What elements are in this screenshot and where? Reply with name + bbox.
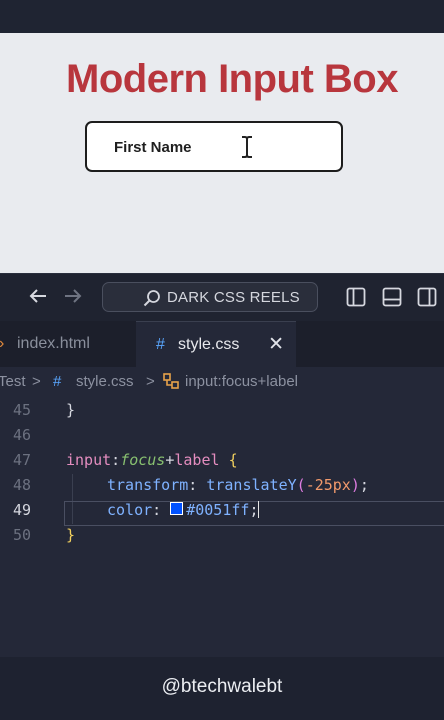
code-token: ) [350, 476, 360, 494]
code-token: : [111, 451, 121, 469]
css-hash-icon: # [53, 373, 62, 390]
search-icon [143, 289, 161, 311]
text-cursor-icon [240, 135, 254, 164]
line-number: 45 [12, 401, 31, 419]
command-center-search[interactable]: DARK CSS REELS [102, 282, 318, 312]
code-token: transform [107, 476, 189, 494]
toggle-panel-icon[interactable] [382, 287, 402, 312]
breadcrumb-item[interactable]: Test [0, 373, 26, 390]
search-text: DARK CSS REELS [167, 289, 300, 306]
code-line: 46 [0, 426, 444, 451]
tab-label: style.css [178, 336, 240, 353]
code-token: : [152, 501, 171, 519]
css-hash-icon: # [156, 336, 165, 353]
toggle-sidebar-icon[interactable] [346, 287, 366, 312]
chevron-right-icon: › [0, 335, 4, 353]
input-label: First Name [114, 139, 192, 156]
code-line: 48 transform: translateY(-25px); [0, 476, 444, 501]
code-token: } [66, 401, 76, 419]
line-number: 50 [12, 526, 31, 544]
breadcrumb-separator: > [146, 373, 155, 390]
breadcrumb-item[interactable]: style.css [76, 373, 134, 390]
code-token: ; [359, 476, 369, 494]
preview-title: Modern Input Box [66, 57, 398, 101]
code-token: color [107, 501, 153, 519]
preview-area: Modern Input Box First Name [0, 33, 444, 273]
watermark: @btechwalebt [161, 676, 283, 697]
first-name-input[interactable]: First Name [85, 121, 343, 172]
toggle-secondary-sidebar-icon[interactable] [417, 287, 437, 312]
code-token: ( [296, 476, 306, 494]
code-line: 45 } [0, 401, 444, 426]
code-token: #0051ff [186, 501, 250, 519]
code-token: label [174, 451, 220, 469]
code-token: } [66, 526, 76, 544]
code-text: } [66, 401, 75, 419]
tab-style-css[interactable]: # style.css ✕ [136, 321, 296, 368]
tab-index-html[interactable]: › index.html [0, 321, 136, 367]
code-text: transform: translateY(-25px); [107, 476, 369, 494]
forward-arrow-icon[interactable] [63, 286, 83, 312]
breadcrumb-item[interactable]: input:focus+label [185, 373, 298, 390]
tab-label: index.html [17, 335, 90, 352]
code-text: } [66, 526, 75, 544]
line-number: 49 [12, 501, 31, 519]
line-number: 48 [12, 476, 31, 494]
line-number: 47 [12, 451, 31, 469]
text-caret [258, 501, 260, 518]
code-token: { [228, 451, 238, 469]
titlebar: DARK CSS REELS [0, 273, 444, 322]
breadcrumb-separator: > [32, 373, 41, 390]
code-line: 47 input:focus+label { [0, 451, 444, 476]
back-arrow-icon[interactable] [28, 286, 48, 312]
tab-bar: › index.html # style.css ✕ [0, 321, 444, 368]
symbol-icon [162, 372, 180, 394]
line-number: 46 [12, 426, 31, 444]
code-token: focus [120, 451, 166, 469]
code-token: -25px [305, 476, 351, 494]
code-text: input:focus+label { [66, 451, 238, 469]
breadcrumb: Test > # style.css > input:focus+label [0, 367, 444, 397]
code-line: 50 } [0, 526, 444, 551]
code-line-active: 49 color: #0051ff; [0, 501, 444, 526]
code-text: color: #0051ff; [107, 501, 260, 519]
code-token: ; [249, 501, 259, 519]
code-token: input [66, 451, 112, 469]
close-icon[interactable]: ✕ [268, 333, 284, 356]
code-editor[interactable]: 45 } 46 47 input:focus+label { 48 transf… [0, 397, 444, 657]
code-token: translateY [206, 476, 297, 494]
top-band [0, 0, 444, 33]
color-swatch[interactable] [170, 502, 184, 515]
code-token: : [188, 476, 207, 494]
